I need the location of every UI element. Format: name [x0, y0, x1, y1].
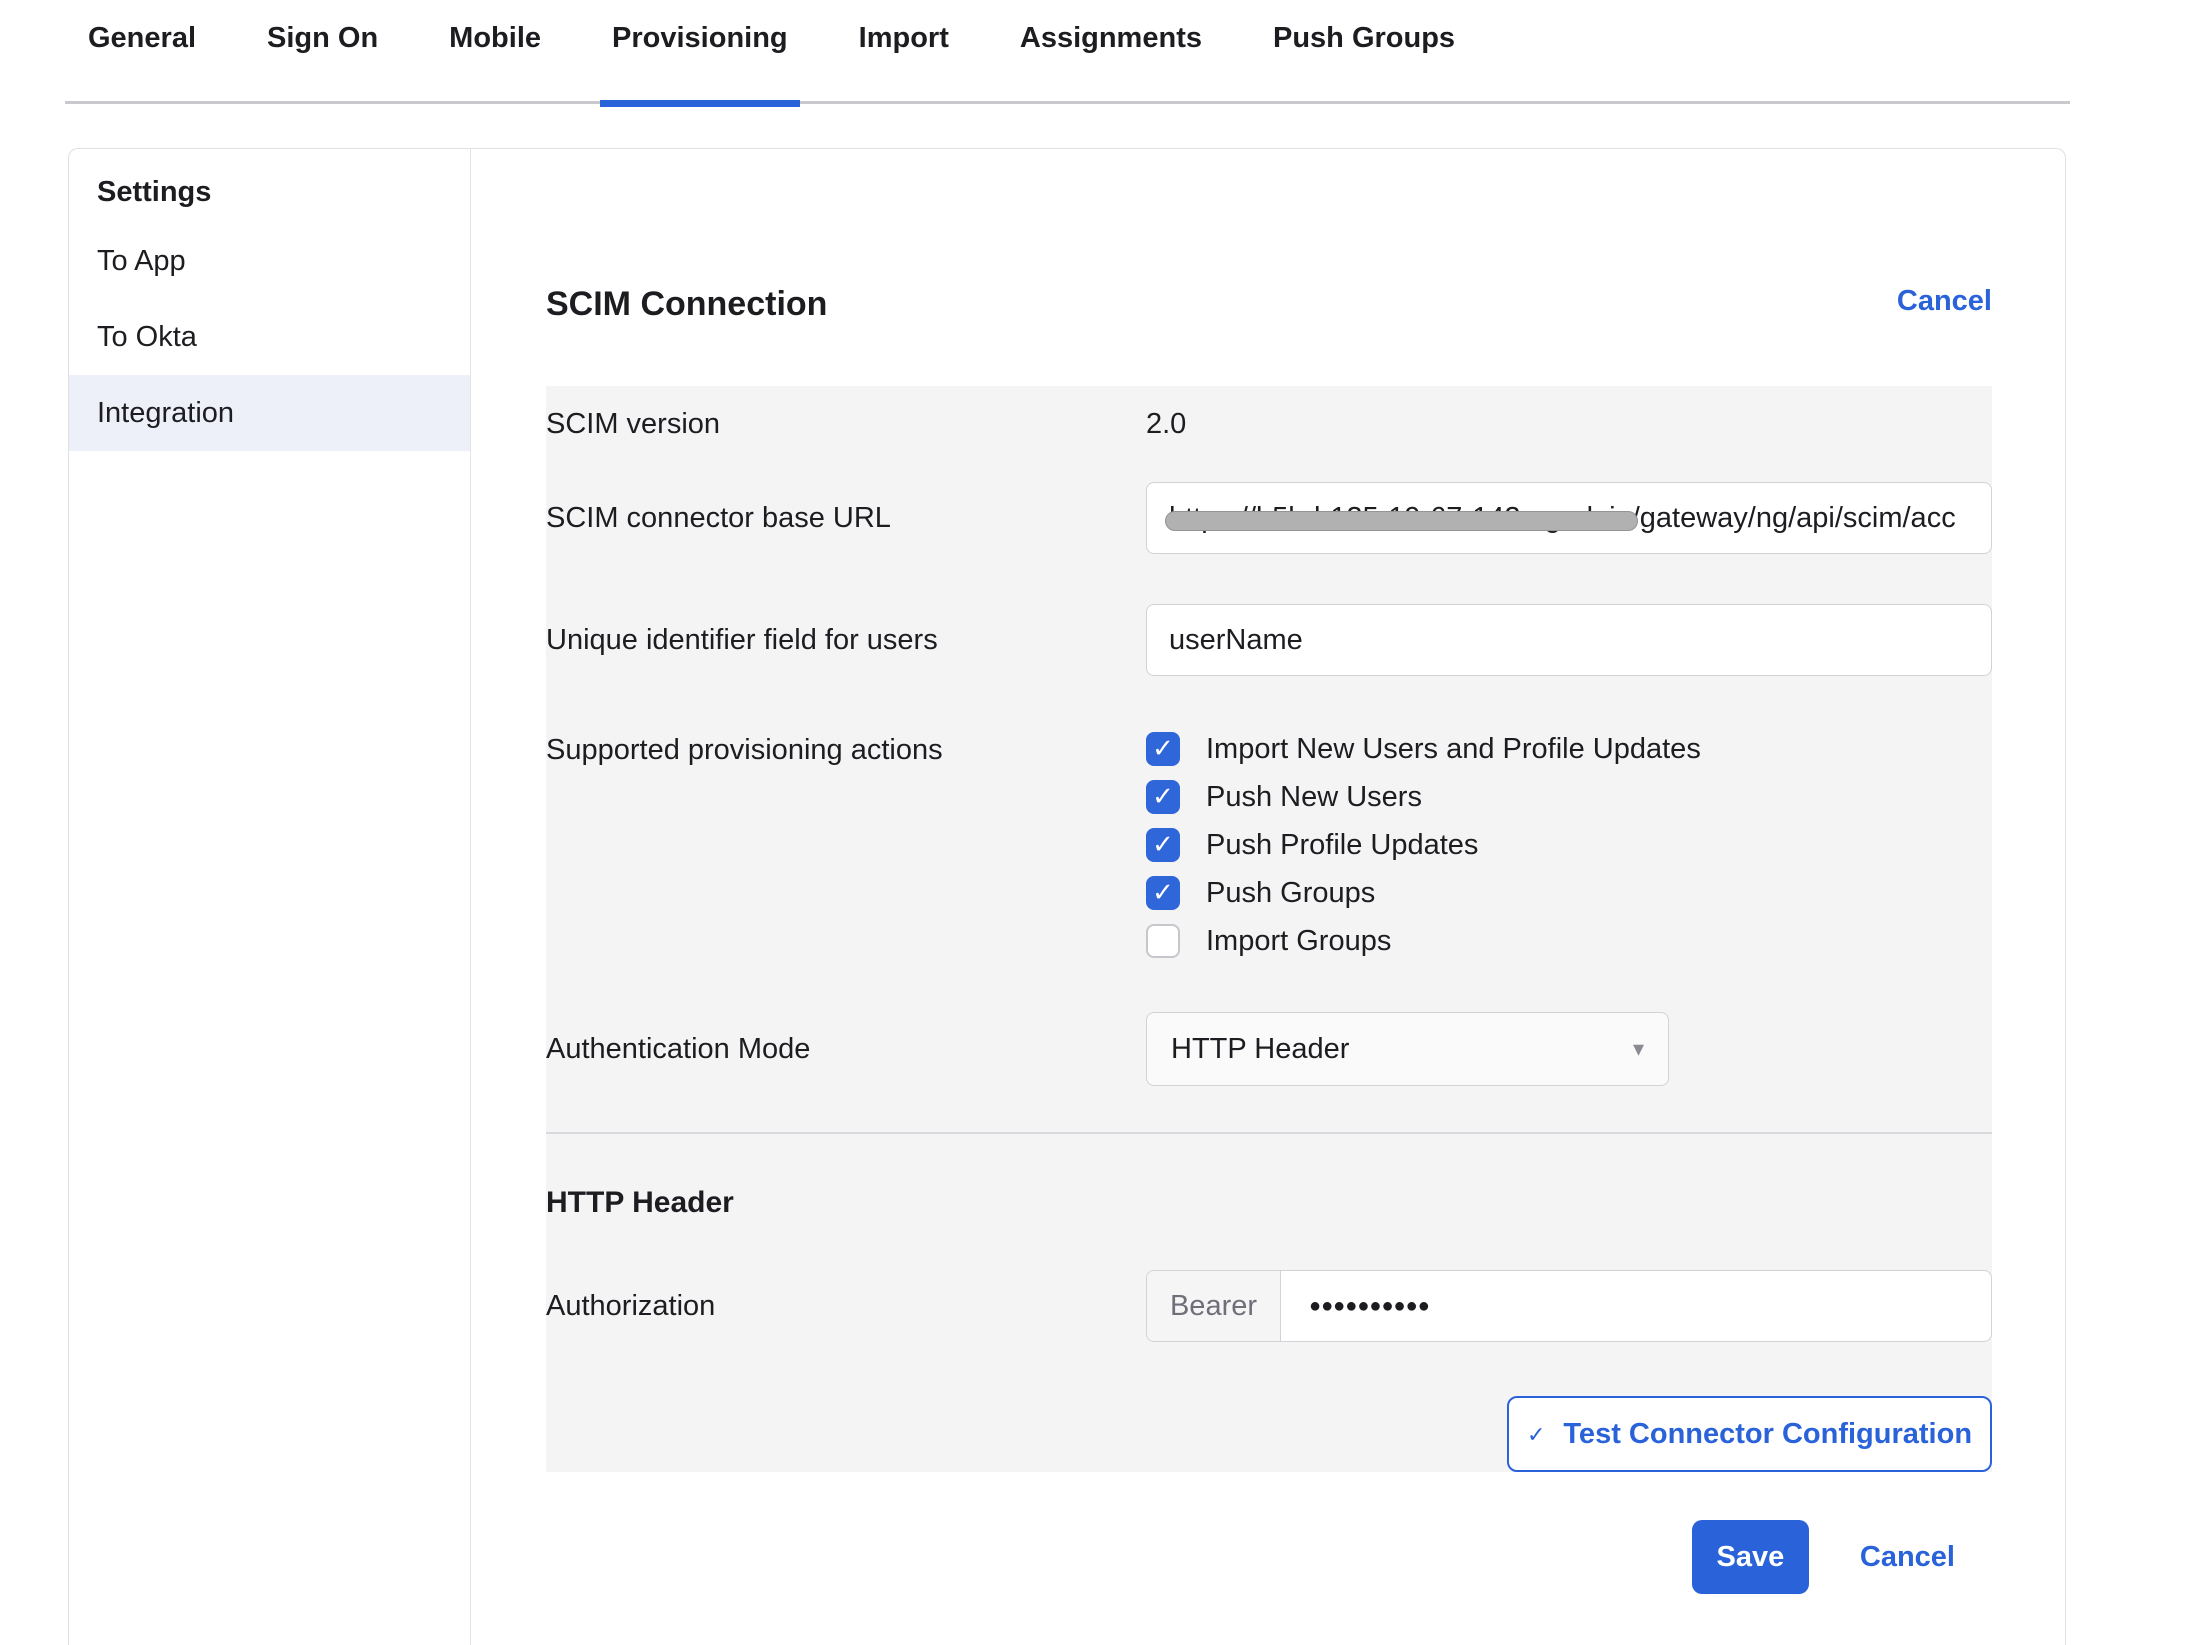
provisioning-card: Settings To App To Okta Integration SCIM… [68, 148, 2066, 1645]
base-url-input[interactable]: https://b5bd-125-19-67-142.ngrok.io/gate… [1146, 482, 1992, 554]
provisioning-settings-page: General Sign On Mobile Provisioning Impo… [0, 0, 2201, 1645]
checkbox-label: Push Groups [1206, 877, 1375, 910]
auth-mode-row: Authentication Mode HTTP Header ▾ [546, 1012, 1992, 1086]
checkbox-label: Push Profile Updates [1206, 829, 1478, 862]
auth-mode-select[interactable]: HTTP Header ▾ [1146, 1012, 1669, 1086]
tab-provisioning[interactable]: Provisioning [612, 22, 788, 104]
checkbox[interactable] [1146, 876, 1180, 910]
scim-version-row: SCIM version 2.0 [546, 386, 1992, 462]
check-icon [1152, 735, 1174, 761]
tab-import[interactable]: Import [859, 22, 949, 104]
base-url-row: SCIM connector base URL https://b5bd-125… [546, 482, 1992, 554]
cancel-link-top[interactable]: Cancel [1897, 285, 1992, 318]
scim-connection-main: SCIM Connection Cancel SCIM version 2.0 … [471, 149, 2065, 1645]
auth-mode-value: HTTP Header [1171, 1033, 1349, 1066]
unique-id-value: userName [1169, 624, 1303, 657]
title-row: SCIM Connection Cancel [546, 285, 1992, 324]
action-push-profile-updates[interactable]: Push Profile Updates [1146, 828, 1701, 862]
cancel-link-bottom[interactable]: Cancel [1860, 1541, 1955, 1574]
chevron-down-icon: ▾ [1633, 1036, 1644, 1062]
action-push-new-users[interactable]: Push New Users [1146, 780, 1701, 814]
checkbox[interactable] [1146, 780, 1180, 814]
authorization-label: Authorization [546, 1290, 1146, 1323]
checkbox-label: Import New Users and Profile Updates [1206, 733, 1701, 766]
save-button[interactable]: Save [1692, 1520, 1809, 1594]
provisioning-actions-list: Import New Users and Profile Updates Pus… [1146, 732, 1701, 958]
authorization-input-group: Bearer ●●●●●●●●●● [1146, 1270, 1992, 1342]
sidebar-item-integration[interactable]: Integration [69, 375, 470, 451]
provisioning-actions-label: Supported provisioning actions [546, 732, 1146, 767]
checkbox[interactable] [1146, 924, 1180, 958]
section-divider [546, 1132, 1992, 1134]
check-icon [1152, 879, 1174, 905]
sidebar-header: Settings [69, 161, 470, 223]
scim-version-value: 2.0 [1146, 408, 1186, 441]
tab-general[interactable]: General [88, 22, 196, 104]
base-url-visible-text: /gateway/ng/api/scim/acc [1632, 502, 1956, 535]
tab-assignments[interactable]: Assignments [1020, 22, 1202, 104]
check-icon: ✓ [1527, 1422, 1545, 1448]
authorization-prefix: Bearer [1147, 1271, 1281, 1341]
action-import-new-users[interactable]: Import New Users and Profile Updates [1146, 732, 1701, 766]
authorization-masked-value: ●●●●●●●●●● [1309, 1295, 1430, 1318]
checkbox[interactable] [1146, 828, 1180, 862]
unique-id-row: Unique identifier field for users userNa… [546, 604, 1992, 676]
base-url-redacted-text: https://b5bd-125-19-67-142.ngrok.io [1169, 502, 1632, 535]
check-icon [1152, 783, 1174, 809]
tab-sign-on[interactable]: Sign On [267, 22, 378, 104]
authorization-token-input[interactable]: ●●●●●●●●●● [1281, 1271, 1430, 1341]
tab-push-groups[interactable]: Push Groups [1273, 22, 1455, 104]
settings-sidebar: Settings To App To Okta Integration [69, 149, 471, 1645]
authorization-row: Authorization Bearer ●●●●●●●●●● [546, 1270, 1992, 1342]
checkbox-label: Import Groups [1206, 925, 1391, 958]
provisioning-actions-row: Supported provisioning actions Import Ne… [546, 732, 1992, 958]
action-push-groups[interactable]: Push Groups [1146, 876, 1701, 910]
auth-mode-label: Authentication Mode [546, 1033, 1146, 1066]
page-title: SCIM Connection [546, 285, 827, 324]
sidebar-item-to-okta[interactable]: To Okta [69, 299, 470, 375]
action-import-groups[interactable]: Import Groups [1146, 924, 1701, 958]
test-connector-label: Test Connector Configuration [1563, 1418, 1972, 1451]
http-header-section-title: HTTP Header [546, 1186, 1992, 1220]
unique-id-input[interactable]: userName [1146, 604, 1992, 676]
scim-settings-panel: SCIM version 2.0 SCIM connector base URL… [546, 386, 1992, 1472]
scim-version-label: SCIM version [546, 408, 1146, 441]
sidebar-item-to-app[interactable]: To App [69, 223, 470, 299]
base-url-label: SCIM connector base URL [546, 502, 1146, 535]
checkbox[interactable] [1146, 732, 1180, 766]
check-icon [1152, 831, 1174, 857]
test-connector-button[interactable]: ✓ Test Connector Configuration [1507, 1396, 1992, 1472]
footer-actions: Save Cancel [546, 1520, 1992, 1594]
test-connector-row: ✓ Test Connector Configuration [546, 1396, 1992, 1472]
tab-mobile[interactable]: Mobile [449, 22, 541, 104]
app-tab-bar: General Sign On Mobile Provisioning Impo… [0, 0, 2201, 104]
checkbox-label: Push New Users [1206, 781, 1422, 814]
unique-id-label: Unique identifier field for users [546, 624, 1146, 657]
